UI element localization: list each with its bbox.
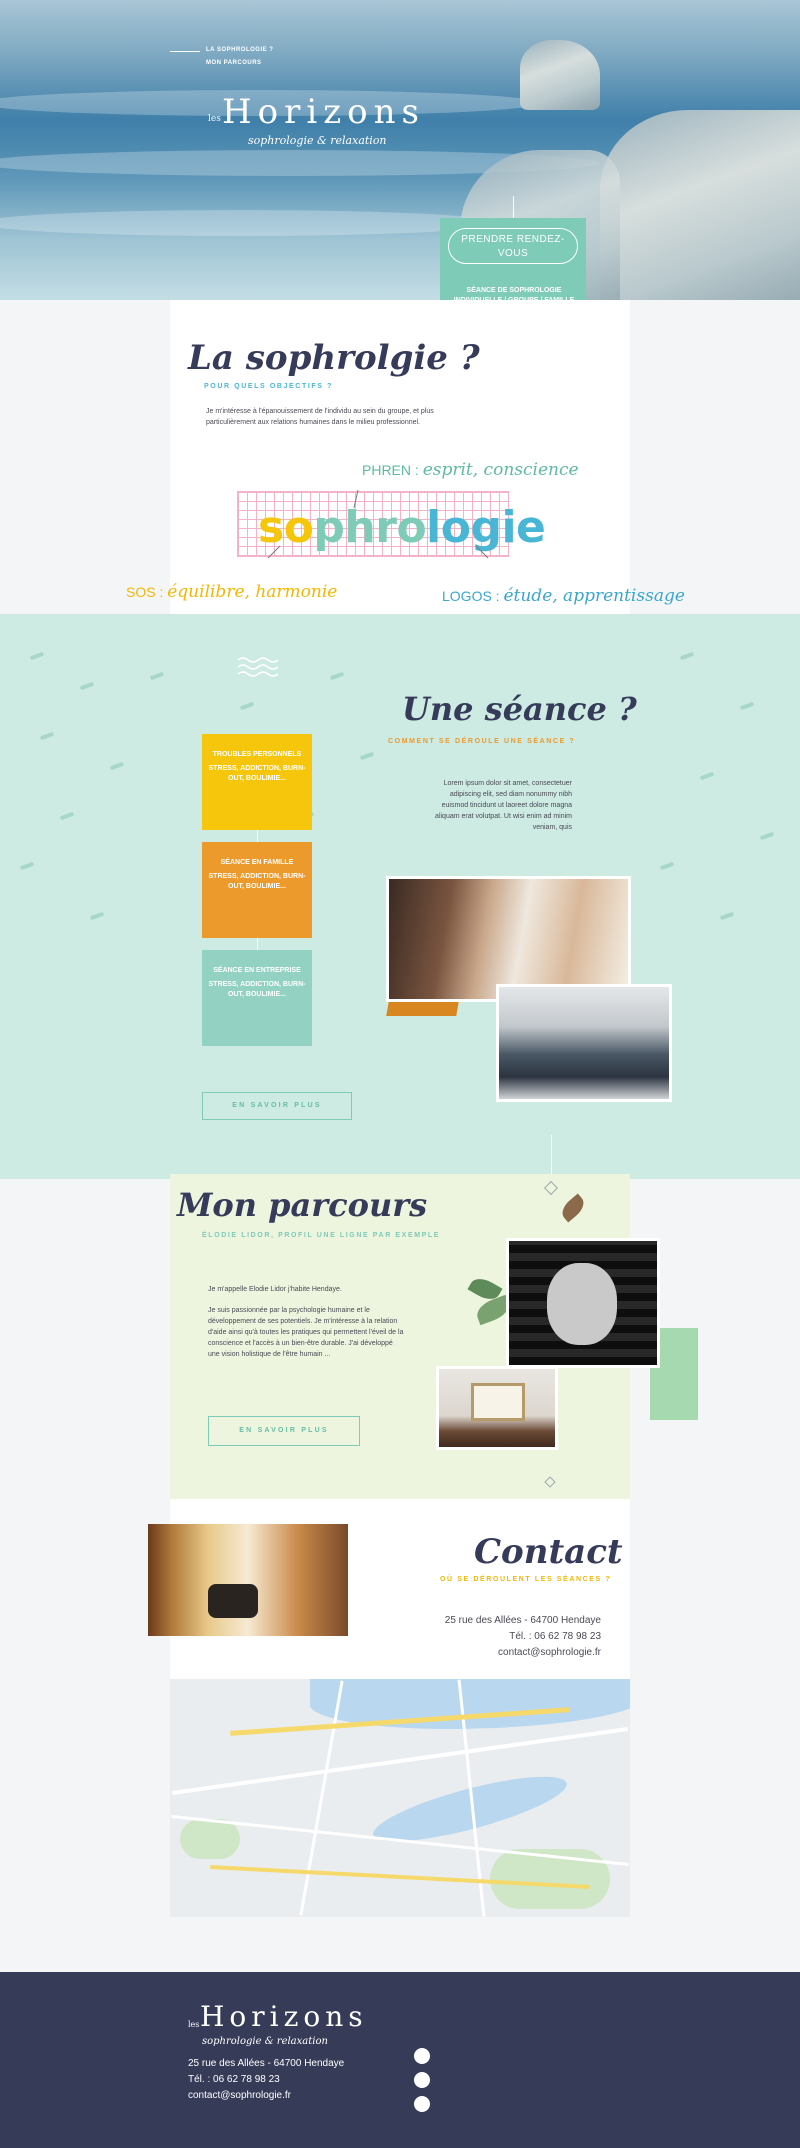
- rock-image: [520, 40, 600, 110]
- logo-tagline: sophrologie & relaxation: [202, 2036, 328, 2047]
- wave: [0, 210, 500, 236]
- seance-more-button[interactable]: EN SAVOIR PLUS: [202, 1092, 352, 1120]
- social-icon[interactable]: [414, 2048, 430, 2064]
- logo-name: Horizons: [222, 92, 425, 132]
- sos-key: SOS :: [126, 584, 168, 600]
- site-footer: [0, 1972, 800, 2148]
- office-photo: [148, 1524, 348, 1636]
- section-subtitle: POUR QUELS OBJECTIFS ?: [204, 383, 333, 390]
- footer-address: 25 rue des Allées - 64700 Hendaye: [188, 2058, 345, 2069]
- contact-details: 25 rue des Allées - 64700 Hendaye Tél. :…: [420, 1613, 601, 1661]
- section-subtitle: ÉLODIE LIDOR, PROFIL UNE LIGNE PAR EXEMP…: [202, 1232, 441, 1239]
- intro-text: Je m'intéresse à l'épanouissement de l'i…: [206, 408, 434, 426]
- cliff-image: [600, 110, 800, 300]
- diploma-frame: [471, 1383, 525, 1421]
- logo-name: Horizons: [200, 2000, 368, 2033]
- topic-title: TROUBLES PERSONNELS: [212, 751, 302, 758]
- map-park: [490, 1849, 610, 1909]
- contact-email[interactable]: contact@sophrologie.fr: [420, 1645, 601, 1661]
- topic-items: STRESS, ADDICTION, BURN-OUT, BOULIMIE...: [208, 765, 306, 782]
- topic-box-company[interactable]: SÉANCE EN ENTREPRISE STRESS, ADDICTION, …: [202, 950, 312, 1046]
- diploma-photo: [436, 1366, 558, 1450]
- topic-title: SÉANCE EN FAMILLE: [220, 859, 294, 866]
- phren-arrow: [353, 489, 359, 509]
- section-subtitle: COMMENT SE DÉROULE UNE SÉANCE ?: [388, 738, 576, 745]
- section-subtitle: OÙ SE DÉROULENT LES SÉANCES ?: [440, 1576, 612, 1583]
- topic-items: STRESS, ADDICTION, BURN-OUT, BOULIMIE...: [208, 873, 306, 890]
- logos-value: étude, apprentissage: [503, 586, 685, 606]
- definition-arrows: [267, 489, 489, 559]
- contact-phone[interactable]: Tél. : 06 62 78 98 23: [420, 1629, 601, 1645]
- nav-link-sophrologie[interactable]: LA SOPHROLOGIE ?: [206, 47, 273, 53]
- footer-logo[interactable]: les Horizons sophrologie & relaxation: [188, 2000, 388, 2056]
- section-title: Contact: [474, 1532, 623, 1572]
- topic-box-personal[interactable]: TROUBLES PERSONNELS STRESS, ADDICTION, B…: [202, 734, 312, 830]
- nav-line: [170, 51, 200, 52]
- sos-definition: SOS : équilibre, harmonie: [126, 582, 337, 602]
- portrait-face: [547, 1263, 617, 1345]
- footer-email[interactable]: contact@sophrologie.fr: [188, 2090, 291, 2101]
- site-logo[interactable]: les Horizons sophrologie & relaxation: [208, 92, 428, 152]
- waves-icon: [237, 657, 279, 677]
- nav-link-parcours[interactable]: MON PARCOURS: [206, 60, 262, 66]
- sos-value: équilibre, harmonie: [167, 582, 338, 602]
- parcours-more-button[interactable]: EN SAVOIR PLUS: [208, 1416, 360, 1446]
- logo-les: les: [208, 114, 221, 124]
- location-map[interactable]: [170, 1679, 630, 1917]
- armchair: [208, 1584, 258, 1618]
- parcours-intro: Je m'appelle Elodie Lidor j'habite Henda…: [208, 1286, 342, 1293]
- topic-items: STRESS, ADDICTION, BURN-OUT, BOULIMIE...: [208, 981, 306, 998]
- section-title: Mon parcours: [177, 1186, 428, 1224]
- book-appointment-button[interactable]: PRENDRE RENDEZ-VOUS: [448, 228, 578, 264]
- sos-arrow: [267, 545, 281, 559]
- portrait-photo: [506, 1238, 660, 1368]
- topic-box-family[interactable]: SÉANCE EN FAMILLE STRESS, ADDICTION, BUR…: [202, 842, 312, 938]
- logos-arrow: [475, 545, 489, 559]
- map-road: [299, 1680, 344, 1916]
- logo-les: les: [188, 2020, 200, 2029]
- section-title: Une séance ?: [402, 690, 637, 728]
- topic-title: SÉANCE EN ENTREPRISE: [213, 967, 301, 974]
- divider-line: [551, 1135, 552, 1179]
- contact-address: 25 rue des Allées - 64700 Hendaye: [444, 1615, 601, 1626]
- parcours-text: Je suis passionnée par la psychologie hu…: [208, 1307, 404, 1358]
- footer-phone[interactable]: Tél. : 06 62 78 98 23: [188, 2074, 280, 2085]
- logos-definition: LOGOS : étude, apprentissage: [442, 586, 685, 606]
- group-photo: [496, 984, 672, 1102]
- seance-text: Lorem ipsum dolor sit amet, consectetuer…: [435, 780, 572, 831]
- logo-tagline: sophrologie & relaxation: [248, 134, 387, 147]
- section-title: La sophrolgie ?: [188, 338, 480, 378]
- social-icon[interactable]: [414, 2072, 430, 2088]
- logos-key: LOGOS :: [442, 588, 504, 604]
- cta-caption-line-1: SÉANCE DE SOPHROLOGIE: [466, 287, 562, 294]
- social-icon[interactable]: [414, 2096, 430, 2112]
- map-park: [180, 1819, 240, 1859]
